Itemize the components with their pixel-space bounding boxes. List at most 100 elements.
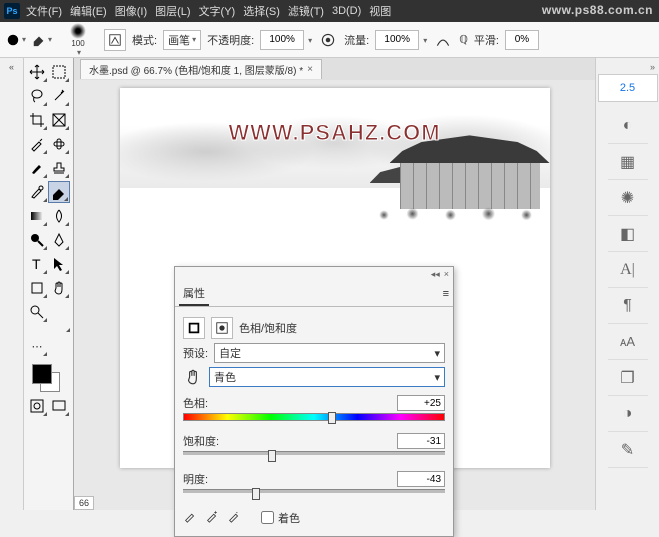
saturation-slider[interactable] [183,451,445,463]
menu-select[interactable]: 选择(S) [243,3,280,19]
options-bar: 100 模式: 画笔 不透明度: 流量: ℚ 平滑: [0,22,659,58]
flow-field[interactable] [375,30,419,50]
panel-tab-properties[interactable]: 属性 [179,282,209,306]
brush-panel-toggle[interactable] [104,29,126,51]
eyedropper-tool[interactable] [26,133,48,155]
menu-layer[interactable]: 图层(L) [155,3,190,19]
document-tab-title: 水墨.psd @ 66.7% (色相/饱和度 1, 图层蒙版/8) * [89,62,303,77]
eyedropper-set-icon[interactable] [183,509,197,526]
lightness-slider[interactable] [183,489,445,501]
pressure-opacity-icon[interactable] [318,30,338,50]
menu-image[interactable]: 图像(I) [115,3,147,19]
saturation-value-field[interactable] [397,433,445,449]
menu-edit[interactable]: 编辑(E) [70,3,107,19]
lightness-label: 明度: [183,471,208,487]
frame-tool[interactable] [48,109,70,131]
paths-panel-icon[interactable]: ✎ [608,432,648,468]
screenmode-toggle[interactable] [48,395,70,417]
eyedropper-sub-icon[interactable]: - [227,509,241,526]
adjustments-panel-icon[interactable]: ◧ [608,216,648,252]
adjustment-icon [183,317,205,339]
crop-tool[interactable] [26,109,48,131]
tool-divider [26,325,71,333]
history-value[interactable]: 2.5 [598,74,658,102]
flow-label: 流量: [344,32,369,48]
color-wheel-icon[interactable]: ◐ [608,108,648,144]
right-panel-dock: » 2.5 ◐ ▦ ✺ ◧ A| ¶ ᴀA ❐ ◑ ✎ [595,58,659,510]
shape-tool[interactable] [26,277,48,299]
zoom-status[interactable]: 66 [74,496,94,510]
close-tab-icon[interactable]: × [307,64,313,75]
menu-type[interactable]: 文字(Y) [199,3,236,19]
tool-preset-picker[interactable] [6,30,26,50]
foreground-color-swatch[interactable] [32,364,52,384]
blur-tool[interactable] [48,205,70,227]
heal-tool[interactable] [48,133,70,155]
channel-select[interactable]: 青色▾ [209,367,445,387]
swatches-panel-icon[interactable]: ▦ [608,144,648,180]
menu-file[interactable]: 文件(F) [26,3,62,19]
artwork-watermark: WWW.PSAHZ.COM [228,120,440,146]
stamp-tool[interactable] [48,157,70,179]
zoom-tool[interactable] [26,301,48,323]
menu-view[interactable]: 视图 [369,3,391,19]
properties-panel: ◂◂ × 属性 ≡ 色相/饱和度 预设: 自定▾ [174,266,454,537]
flow-slider-toggle[interactable] [421,34,427,46]
glyphs-panel-icon[interactable]: ᴀA [608,324,648,360]
burst-panel-icon[interactable]: ✺ [608,180,648,216]
eraser-mode-icon[interactable] [32,30,52,50]
opacity-slider-toggle[interactable] [306,34,312,46]
colorize-checkbox[interactable] [261,511,274,524]
expand-right-icon[interactable]: » [650,62,655,72]
channels-panel-icon[interactable]: ◑ [608,396,648,432]
airbrush-icon[interactable] [433,30,453,50]
history-brush-tool[interactable] [26,181,48,203]
hue-label: 色相: [183,395,208,411]
quickmask-toggle[interactable] [26,395,48,417]
marquee-tool[interactable] [48,61,70,83]
svg-text:T: T [32,256,41,272]
preset-select[interactable]: 自定▾ [214,343,445,363]
document-tab-bar: 水墨.psd @ 66.7% (色相/饱和度 1, 图层蒙版/8) * × [74,58,595,80]
move-tool[interactable] [26,61,48,83]
color-swatches[interactable] [32,364,62,394]
brush-preset-picker[interactable]: 100 [58,23,98,57]
layers-panel-icon[interactable]: ❐ [608,360,648,396]
pen-tool[interactable] [48,229,70,251]
dodge-tool[interactable] [26,229,48,251]
brush-tool[interactable] [26,157,48,179]
paragraph-panel-icon[interactable]: ¶ [608,288,648,324]
collapse-panel-icon[interactable]: ◂◂ [431,269,440,280]
eyedropper-add-icon[interactable]: + [205,509,219,526]
edit-toolbar[interactable]: ⋯ [26,335,48,357]
menu-3d[interactable]: 3D(D) [332,5,361,17]
eraser-tool[interactable] [48,181,70,203]
preset-label: 预设: [183,345,208,361]
panel-menu-icon[interactable]: ≡ [443,288,449,300]
tool-palette: T ⋯ [24,58,74,510]
path-select-tool[interactable] [48,253,70,275]
adjustment-title: 色相/饱和度 [239,320,297,336]
lightness-value-field[interactable] [397,471,445,487]
document-tab[interactable]: 水墨.psd @ 66.7% (色相/饱和度 1, 图层蒙版/8) * × [80,59,322,79]
expand-icon[interactable]: « [9,62,14,72]
menu-filter[interactable]: 滤镜(T) [288,3,324,19]
svg-text:+: + [214,509,218,516]
hue-value-field[interactable] [397,395,445,411]
type-tool[interactable]: T [26,253,48,275]
mode-select[interactable]: 画笔 [163,30,201,50]
hue-slider[interactable] [183,413,445,425]
close-panel-icon[interactable]: × [444,269,449,280]
artwork-building [390,133,550,233]
hand-tool[interactable] [48,277,70,299]
mask-icon[interactable] [211,317,233,339]
targeted-adjust-icon[interactable] [183,367,203,387]
opacity-field[interactable] [260,30,304,50]
gradient-tool[interactable] [26,205,48,227]
character-panel-icon[interactable]: A| [608,252,648,288]
magic-wand-tool[interactable] [48,85,70,107]
lasso-tool[interactable] [26,85,48,107]
app-logo: Ps [4,3,20,19]
smooth-field[interactable] [505,30,539,50]
mode-label: 模式: [132,32,157,48]
